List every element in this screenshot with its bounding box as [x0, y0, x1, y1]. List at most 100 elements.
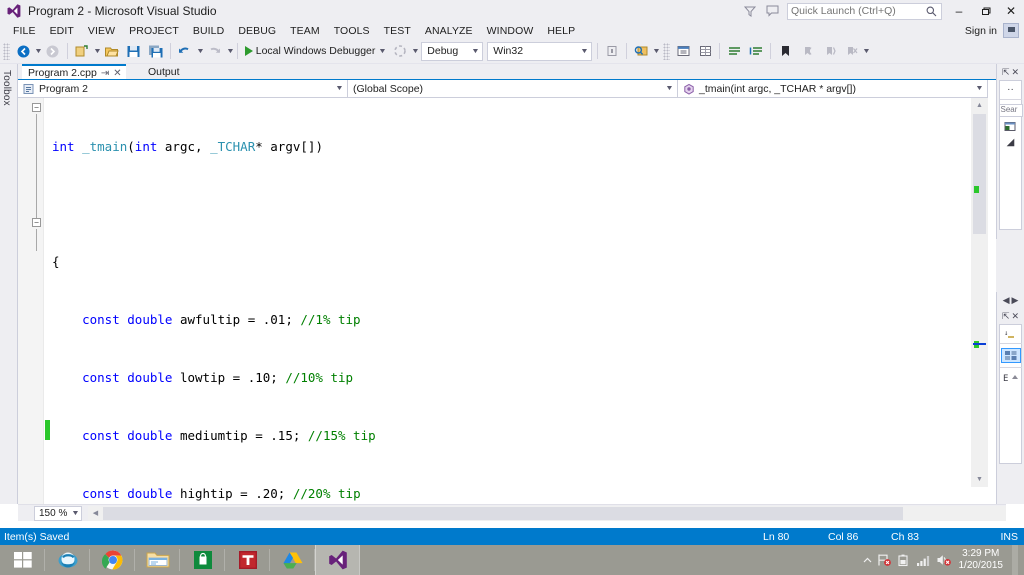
toolbar-grip[interactable]: [3, 42, 10, 60]
close-icon[interactable]: ✕: [1012, 67, 1020, 78]
outline-collapse-toggle[interactable]: −: [32, 218, 41, 227]
navigate-back-icon[interactable]: [12, 40, 34, 62]
network-signal-icon[interactable]: [916, 554, 931, 567]
new-project-dropdown-icon[interactable]: ▼: [93, 48, 102, 55]
vertical-scroll-thumb[interactable]: [973, 114, 986, 234]
events-icon[interactable]: E: [1003, 372, 1019, 383]
close-button[interactable]: ✕: [998, 0, 1024, 22]
open-file-icon[interactable]: [101, 40, 123, 62]
scope-select[interactable]: (Global Scope) ▼: [348, 80, 678, 97]
maximize-button[interactable]: [972, 0, 998, 22]
taskbar-t-app[interactable]: [225, 545, 270, 575]
sign-in-link[interactable]: Sign in: [959, 25, 1003, 37]
redo-icon[interactable]: [204, 40, 226, 62]
taskbar-google-drive[interactable]: [270, 545, 315, 575]
tab-program2-cpp[interactable]: Program 2.cpp ⇥ ✕: [22, 64, 126, 80]
code-editor[interactable]: − − int _tmain(int argc, _TCHAR* argv[])…: [18, 98, 988, 504]
project-select[interactable]: Program 2 ▼: [18, 80, 348, 97]
toolbox-label[interactable]: Toolbox: [1, 70, 12, 106]
show-hidden-icons-arrow[interactable]: [863, 556, 872, 565]
battery-icon[interactable]: [897, 554, 911, 567]
sort-alphabetical-icon[interactable]: ↓: [1004, 328, 1018, 339]
taskbar-internet-explorer[interactable]: [45, 545, 90, 575]
uncomment-selection-icon[interactable]: [745, 40, 767, 62]
member-select[interactable]: _tmain(int argc, _TCHAR * argv[]) ▼: [678, 80, 988, 97]
taskbar-visual-studio[interactable]: [315, 545, 360, 575]
navigate-forward-icon[interactable]: [42, 40, 64, 62]
horizontal-scroll-thumb[interactable]: [103, 506, 903, 520]
collapse-icon[interactable]: ◢: [1007, 137, 1015, 148]
send-feedback-icon[interactable]: [1003, 23, 1019, 38]
zoom-level-select[interactable]: 150 % ▼: [34, 505, 82, 521]
undo-dropdown-icon[interactable]: ▼: [196, 48, 205, 55]
menu-debug[interactable]: DEBUG: [231, 24, 283, 38]
bookmark-icon[interactable]: [774, 40, 796, 62]
volume-muted-icon[interactable]: [936, 553, 952, 567]
taskbar-clock[interactable]: 3:29 PM 1/20/2015: [957, 548, 1006, 572]
solution-explorer-icon[interactable]: [672, 40, 694, 62]
outlining-gutter[interactable]: [18, 98, 44, 504]
undo-icon[interactable]: [174, 40, 196, 62]
comment-selection-icon[interactable]: [723, 40, 745, 62]
solution-explorer-icon[interactable]: [1004, 121, 1017, 133]
menu-team[interactable]: TEAM: [283, 24, 327, 38]
attach-process-icon[interactable]: [389, 40, 411, 62]
menu-help[interactable]: HELP: [540, 24, 582, 38]
menu-tools[interactable]: TOOLS: [327, 24, 377, 38]
find-dropdown-icon[interactable]: ▼: [652, 48, 661, 55]
scroll-down-icon[interactable]: ▼: [971, 472, 988, 487]
start-debugging-button[interactable]: Local Windows Debugger ▼: [241, 40, 390, 62]
scroll-up-icon[interactable]: ▲: [971, 98, 988, 113]
properties-collapsed-panel[interactable]: ◀ ▶ ⇱ ✕ ↓ E: [996, 292, 1024, 504]
panel-body[interactable]: ↓ E: [999, 324, 1022, 464]
menu-window[interactable]: WINDOW: [480, 24, 541, 38]
menu-build[interactable]: BUILD: [186, 24, 231, 38]
action-center-flag-icon[interactable]: [877, 553, 892, 567]
close-icon[interactable]: ✕: [113, 68, 121, 79]
attach-dropdown-icon[interactable]: ▼: [411, 48, 420, 55]
toolbox-strip[interactable]: Toolbox: [0, 64, 18, 504]
properties-window-icon[interactable]: [694, 40, 716, 62]
scroll-left-icon[interactable]: ◀: [88, 509, 103, 517]
show-desktop-button[interactable]: [1012, 545, 1018, 575]
quick-launch-input[interactable]: [791, 5, 926, 17]
save-all-icon[interactable]: [145, 40, 167, 62]
feedback-comment-icon[interactable]: [761, 0, 783, 22]
outline-collapse-toggle[interactable]: −: [32, 103, 41, 112]
find-in-files-icon[interactable]: [630, 40, 652, 62]
tab-output[interactable]: Output: [140, 64, 188, 80]
solution-explorer-collapsed-panel[interactable]: ⇱ ✕ ·· Sear ◢: [996, 64, 1024, 239]
categorized-view-icon[interactable]: [1000, 348, 1021, 363]
code-text[interactable]: int _tmain(int argc, _TCHAR* argv[]) { c…: [52, 98, 988, 504]
taskbar-windows-store[interactable]: [180, 545, 225, 575]
menu-view[interactable]: VIEW: [81, 24, 122, 38]
toolbar-grip[interactable]: [663, 42, 671, 60]
solution-platform-select[interactable]: Win32 ▼: [487, 41, 593, 61]
close-icon[interactable]: ✕: [1012, 311, 1020, 322]
step-into-icon[interactable]: [601, 40, 623, 62]
next-bookmark-icon[interactable]: [818, 40, 840, 62]
pin-icon[interactable]: ⇥: [101, 68, 109, 79]
filter-icon[interactable]: [739, 0, 761, 22]
start-debugging-dropdown-icon[interactable]: ▼: [379, 48, 388, 55]
redo-dropdown-icon[interactable]: ▼: [226, 48, 235, 55]
menu-project[interactable]: PROJECT: [122, 24, 186, 38]
taskbar-file-explorer[interactable]: [135, 545, 180, 575]
solution-configuration-select[interactable]: Debug ▼: [421, 41, 484, 61]
solution-search-input[interactable]: Sear: [998, 104, 1023, 117]
pin-icon[interactable]: ⇱: [1002, 311, 1010, 322]
scroll-left-icon[interactable]: ◀: [1003, 295, 1010, 306]
menu-test[interactable]: TEST: [377, 24, 418, 38]
editor-horizontal-scrollbar[interactable]: ◀: [88, 505, 1006, 521]
quick-launch-box[interactable]: [787, 2, 942, 20]
new-project-icon[interactable]: [71, 40, 93, 62]
minimize-button[interactable]: –: [946, 0, 972, 22]
clear-bookmarks-icon[interactable]: [840, 40, 862, 62]
panel-body[interactable]: ·· Sear ◢: [998, 80, 1023, 230]
navigate-back-dropdown-icon[interactable]: ▼: [34, 48, 43, 55]
editor-vertical-scrollbar[interactable]: ▲ ▼: [971, 98, 988, 487]
toolbar-overflow-icon[interactable]: ▼: [862, 48, 871, 55]
taskbar-google-chrome[interactable]: [90, 545, 135, 575]
menu-file[interactable]: FILE: [6, 24, 43, 38]
scroll-right-icon[interactable]: ▶: [1012, 295, 1019, 306]
